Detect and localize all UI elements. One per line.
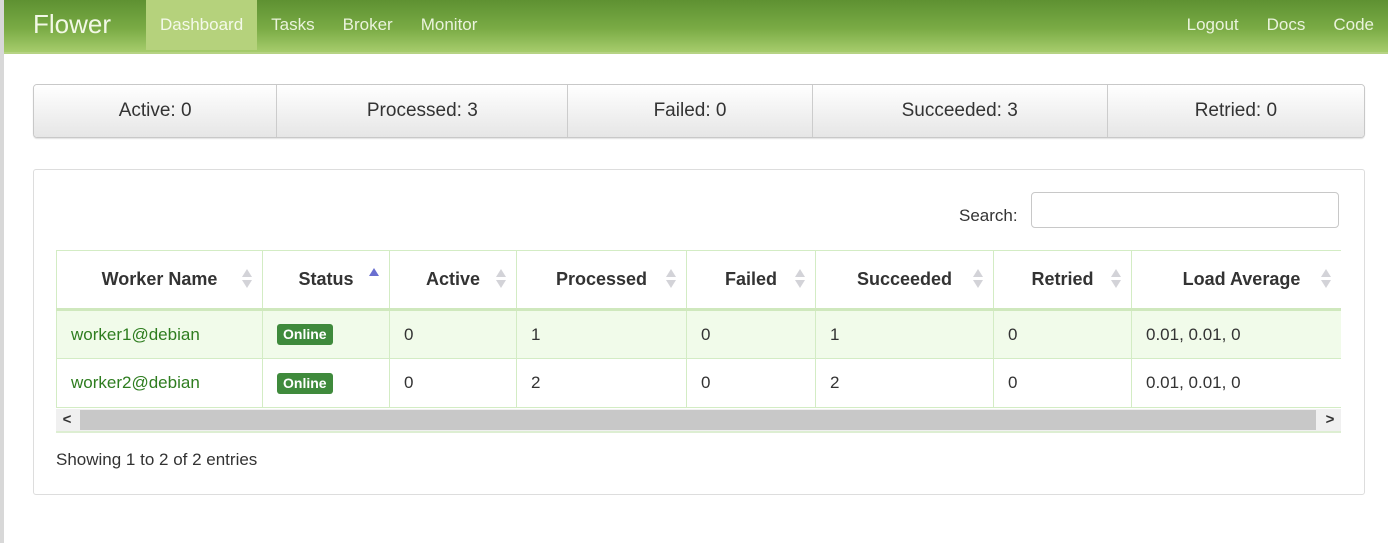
- nav-tasks[interactable]: Tasks: [257, 0, 328, 50]
- column-label: Active: [425, 269, 481, 289]
- nav-dashboard[interactable]: Dashboard: [146, 0, 258, 50]
- column-label: Worker Name: [101, 269, 218, 289]
- table-header-row: Worker Name Status Active Processed Fail…: [56, 250, 1341, 311]
- stat-retried[interactable]: Retried: 0: [1107, 85, 1364, 137]
- column-label: Failed: [724, 269, 777, 289]
- cell-status: Online: [262, 358, 390, 408]
- nav-monitor[interactable]: Monitor: [407, 0, 492, 50]
- table-row: worker2@debian Online 0 2 0 2 0 0.01, 0.…: [56, 358, 1341, 408]
- cell-worker-name: worker1@debian: [56, 309, 263, 359]
- column-header-status[interactable]: Status: [262, 250, 390, 311]
- column-header-processed[interactable]: Processed: [516, 250, 687, 311]
- cell-worker-name: worker2@debian: [56, 358, 263, 408]
- search-input[interactable]: [1031, 192, 1339, 228]
- stat-active[interactable]: Active: 0: [34, 85, 278, 137]
- sort-icon: [242, 269, 252, 291]
- cell-active: 0: [389, 358, 517, 408]
- brand-logo[interactable]: Flower: [33, 0, 111, 50]
- stat-failed[interactable]: Failed: 0: [568, 85, 813, 137]
- sort-icon: [1111, 269, 1121, 291]
- nav-left: Dashboard Tasks Broker Monitor: [146, 0, 491, 50]
- cell-failed: 0: [686, 358, 816, 408]
- worker-link[interactable]: worker1@debian: [71, 325, 200, 344]
- scroll-left-icon[interactable]: <: [56, 409, 78, 431]
- sort-ascending-icon: [369, 268, 379, 290]
- sort-icon: [795, 269, 805, 291]
- column-label: Succeeded: [856, 269, 953, 289]
- nav-docs[interactable]: Docs: [1253, 0, 1320, 50]
- nav-logout[interactable]: Logout: [1173, 0, 1253, 50]
- column-header-worker-name[interactable]: Worker Name: [56, 250, 263, 311]
- column-header-load-average[interactable]: Load Average: [1131, 250, 1341, 311]
- nav-right: Logout Docs Code: [1173, 0, 1388, 50]
- cell-load-average: 0.01, 0.01, 0: [1131, 358, 1341, 408]
- table-row: worker1@debian Online 0 1 0 1 0 0.01, 0.…: [56, 309, 1341, 359]
- sort-icon: [666, 269, 676, 291]
- sort-icon: [973, 269, 983, 291]
- sort-icon: [1321, 269, 1331, 291]
- table-info: Showing 1 to 2 of 2 entries: [56, 450, 258, 469]
- column-label: Retried: [1031, 269, 1094, 289]
- stat-succeeded[interactable]: Succeeded: 3: [812, 85, 1108, 137]
- column-label: Status: [298, 269, 354, 289]
- column-header-active[interactable]: Active: [389, 250, 517, 311]
- cell-retried: 0: [993, 309, 1132, 359]
- cell-status: Online: [262, 309, 390, 359]
- cell-processed: 2: [516, 358, 687, 408]
- workers-table-wrapper: Worker Name Status Active Processed Fail…: [56, 250, 1341, 432]
- column-header-succeeded[interactable]: Succeeded: [815, 250, 994, 311]
- horizontal-scrollbar[interactable]: < >: [56, 409, 1341, 433]
- scrollbar-thumb[interactable]: [80, 410, 1316, 430]
- column-header-retried[interactable]: Retried: [993, 250, 1132, 311]
- search-label: Search:: [959, 206, 1018, 225]
- column-label: Processed: [555, 269, 648, 289]
- cell-succeeded: 1: [815, 309, 994, 359]
- navbar: Flower Dashboard Tasks Broker Monitor Lo…: [4, 0, 1388, 54]
- sort-icon: [496, 269, 506, 291]
- worker-link[interactable]: worker2@debian: [71, 373, 200, 392]
- nav-code[interactable]: Code: [1319, 0, 1388, 50]
- cell-active: 0: [389, 309, 517, 359]
- workers-panel: Search: Worker Name Status Active Proces…: [33, 169, 1365, 495]
- nav-broker[interactable]: Broker: [329, 0, 407, 50]
- cell-succeeded: 2: [815, 358, 994, 408]
- window-left-edge: [0, 0, 4, 543]
- cell-retried: 0: [993, 358, 1132, 408]
- cell-failed: 0: [686, 309, 816, 359]
- stats-bar: Active: 0 Processed: 3 Failed: 0 Succeed…: [33, 84, 1365, 138]
- cell-processed: 1: [516, 309, 687, 359]
- status-badge: Online: [277, 324, 333, 345]
- column-label: Load Average: [1182, 269, 1301, 289]
- status-badge: Online: [277, 372, 333, 394]
- scroll-right-icon[interactable]: >: [1319, 409, 1341, 431]
- cell-load-average: 0.01, 0.01, 0: [1131, 309, 1341, 359]
- workers-table: Worker Name Status Active Processed Fail…: [56, 250, 1341, 408]
- column-header-failed[interactable]: Failed: [686, 250, 816, 311]
- stat-processed[interactable]: Processed: 3: [277, 85, 569, 137]
